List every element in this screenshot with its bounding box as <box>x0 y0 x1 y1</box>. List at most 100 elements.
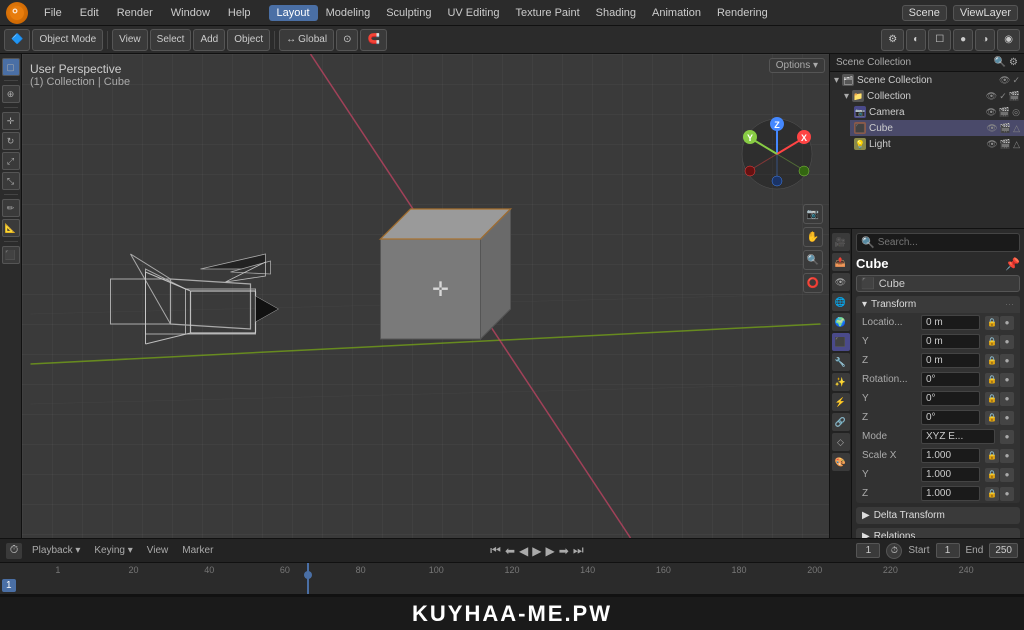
location-x-val[interactable]: 0 m <box>921 315 980 330</box>
pivot-btn[interactable]: ⊙ <box>336 29 358 51</box>
pan-btn[interactable]: ✋ <box>803 227 823 247</box>
prop-search-input[interactable] <box>878 237 1015 248</box>
scale-tool[interactable]: ⤢ <box>2 152 20 170</box>
visibility-icon[interactable]: 👁 <box>999 75 1010 86</box>
tab-uv-editing[interactable]: UV Editing <box>439 5 507 21</box>
measure-tool[interactable]: 📐 <box>2 219 20 237</box>
object-props-icon[interactable]: ⬛ <box>832 333 850 351</box>
col-vis-icon[interactable]: 👁 <box>986 91 997 102</box>
render-preview-btn[interactable]: ⭕ <box>803 273 823 293</box>
prev-keyframe-btn[interactable]: ◀ <box>519 544 528 558</box>
scale-y-val[interactable]: 1.000 <box>921 467 980 482</box>
col-render-icon[interactable]: 🎬 <box>1009 91 1020 102</box>
loc-y-anim[interactable]: ● <box>1000 335 1014 349</box>
tab-texture-paint[interactable]: Texture Paint <box>507 5 587 21</box>
loc-y-lock[interactable]: 🔒 <box>985 335 999 349</box>
scale-x-lock[interactable]: 🔒 <box>985 449 999 463</box>
tab-rendering[interactable]: Rendering <box>709 5 776 21</box>
outliner-light[interactable]: 💡 Light 👁 🎬 △ <box>850 136 1024 152</box>
render-btn[interactable]: ◉ <box>997 29 1020 51</box>
scale-z-lock[interactable]: 🔒 <box>985 487 999 501</box>
menu-render[interactable]: Render <box>109 5 161 21</box>
proportional-edit-btn[interactable]: ⚙ <box>881 29 904 51</box>
prev-frame-btn[interactable]: ⬅ <box>505 544 515 558</box>
next-keyframe-btn[interactable]: ▶ <box>546 544 555 558</box>
relations-header[interactable]: ▶ Relations <box>856 528 1020 538</box>
select-box-tool[interactable]: ▢ <box>2 58 20 76</box>
rot-x-anim[interactable]: ● <box>1000 373 1014 387</box>
scale-z-anim[interactable]: ● <box>1000 487 1014 501</box>
cube-filter-icon[interactable]: △ <box>1013 123 1020 134</box>
mode-val[interactable]: XYZ E... <box>921 429 995 444</box>
outliner-collection[interactable]: ▾ 📁 Collection 👁 ✓ 🎬 <box>840 88 1024 104</box>
next-frame-btn[interactable]: ➡ <box>559 544 569 558</box>
cube-vis-icon[interactable]: 👁 <box>986 123 997 134</box>
playback-menu[interactable]: Playback <box>28 544 84 557</box>
world-props-icon[interactable]: 🌍 <box>832 313 850 331</box>
tab-animation[interactable]: Animation <box>644 5 709 21</box>
cursor-tool[interactable]: ⊕ <box>2 85 20 103</box>
keying-menu[interactable]: Keying <box>90 544 136 557</box>
viewlayer-selector[interactable]: ViewLayer <box>953 5 1018 21</box>
add-cube-tool[interactable]: ⬛ <box>2 246 20 264</box>
select-menu[interactable]: Select <box>150 29 192 51</box>
object-mode-dropdown[interactable]: Object Mode <box>32 29 103 51</box>
solid-btn[interactable]: ● <box>953 29 973 51</box>
menu-edit[interactable]: Edit <box>72 5 107 21</box>
loc-z-anim[interactable]: ● <box>1000 354 1014 368</box>
tab-modeling[interactable]: Modeling <box>318 5 379 21</box>
annotate-tool[interactable]: ✏ <box>2 199 20 217</box>
physics-icon[interactable]: ⚡ <box>832 393 850 411</box>
loc-x-lock[interactable]: 🔒 <box>985 316 999 330</box>
jump-end-btn[interactable]: ⏭ <box>573 543 584 558</box>
loc-x-anim[interactable]: ● <box>1000 316 1014 330</box>
outliner-camera[interactable]: 📷 Camera 👁 🎬 ◎ <box>850 104 1024 120</box>
pin-icon[interactable]: 📌 <box>1005 257 1020 271</box>
rotate-tool[interactable]: ↻ <box>2 132 20 150</box>
add-menu[interactable]: Add <box>193 29 225 51</box>
scale-z-val[interactable]: 1.000 <box>921 486 980 501</box>
location-y-val[interactable]: 0 m <box>921 334 980 349</box>
viewport[interactable]: ✛ User Perspective (1) Collection | Cube… <box>22 54 829 538</box>
rot-y-lock[interactable]: 🔒 <box>985 392 999 406</box>
render-props-icon[interactable]: 🎥 <box>832 233 850 251</box>
menu-help[interactable]: Help <box>220 5 259 21</box>
timeline-editor-icon[interactable]: ⏱ <box>6 543 22 559</box>
light-render-icon[interactable]: 🎬 <box>1000 139 1011 150</box>
outliner-scene-collection[interactable]: ▾ 🗂 Scene Collection 👁 ✓ <box>830 72 1024 88</box>
view-menu-tl[interactable]: View <box>143 544 173 557</box>
xray-btn[interactable]: ☐ <box>928 29 951 51</box>
transform-header[interactable]: ▾ Transform ⋯ <box>856 296 1020 313</box>
scene-props-icon[interactable]: 🌐 <box>832 293 850 311</box>
page-num-btn[interactable]: 1 <box>2 579 16 592</box>
rotation-z-val[interactable]: 0° <box>921 410 980 425</box>
rot-x-lock[interactable]: 🔒 <box>985 373 999 387</box>
cam-render-icon[interactable]: 🎬 <box>999 107 1010 118</box>
marker-menu[interactable]: Marker <box>178 544 217 557</box>
delta-transform-header[interactable]: ▶ Delta Transform <box>856 507 1020 524</box>
modifier-props-icon[interactable]: 🔧 <box>832 353 850 371</box>
object-menu[interactable]: Object <box>227 29 270 51</box>
end-frame[interactable]: 250 <box>989 543 1018 558</box>
timeline-track[interactable]: 1 20 40 60 80 100 120 140 160 180 200 22… <box>0 563 1024 594</box>
outliner-cube[interactable]: ⬛ Cube 👁 🎬 △ <box>850 120 1024 136</box>
options-button[interactable]: Options ▾ <box>769 58 825 73</box>
viewport-shading-icon[interactable]: 🔷 <box>4 29 30 51</box>
rotation-x-val[interactable]: 0° <box>921 372 980 387</box>
rot-z-anim[interactable]: ● <box>1000 411 1014 425</box>
particles-icon[interactable]: ✨ <box>832 373 850 391</box>
rot-y-anim[interactable]: ● <box>1000 392 1014 406</box>
location-z-val[interactable]: 0 m <box>921 353 980 368</box>
transform-options-icon[interactable]: ⋯ <box>1005 299 1014 310</box>
jump-start-btn[interactable]: ⏮ <box>490 543 501 558</box>
cam-sel-icon[interactable]: ◎ <box>1012 107 1020 118</box>
constraints-icon[interactable]: 🔗 <box>832 413 850 431</box>
rotation-y-val[interactable]: 0° <box>921 391 980 406</box>
play-btn[interactable]: ▶ <box>532 544 541 558</box>
cube-render-icon[interactable]: 🎬 <box>1000 123 1011 134</box>
cam-vis-icon[interactable]: 👁 <box>985 107 996 118</box>
current-frame[interactable]: 1 <box>856 543 880 558</box>
transform-dropdown[interactable]: ↔ Global <box>279 29 334 51</box>
tab-sculpting[interactable]: Sculpting <box>378 5 439 21</box>
view-menu[interactable]: View <box>112 29 148 51</box>
